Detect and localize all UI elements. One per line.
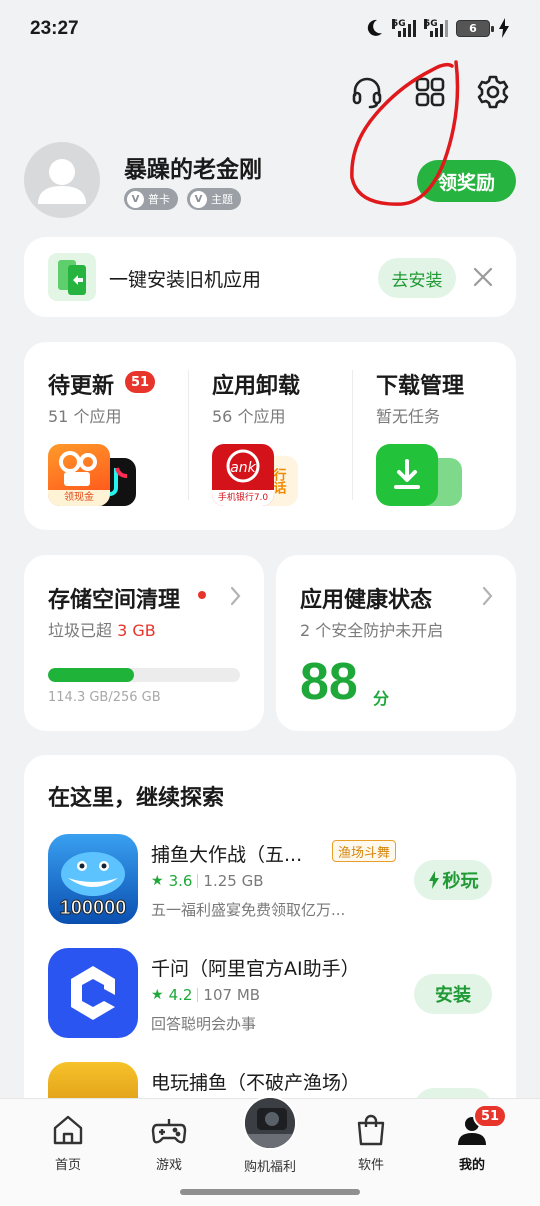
gamepad-icon bbox=[149, 1110, 189, 1150]
notification-dot bbox=[198, 591, 206, 599]
status-icons: 5G 5G 6 bbox=[364, 18, 510, 38]
network-label: 5G bbox=[392, 19, 406, 29]
gear-icon[interactable] bbox=[473, 72, 513, 112]
apps-grid-icon[interactable] bbox=[410, 72, 450, 112]
nav-label: 游戏 bbox=[155, 1158, 182, 1173]
nav-software[interactable]: 软件 bbox=[326, 1110, 416, 1173]
app-rating: 3.6 bbox=[168, 872, 193, 890]
battery-icon: 6 bbox=[456, 19, 494, 37]
app-size: 1.25 GB bbox=[203, 872, 264, 890]
downloads-title[interactable]: 下载管理 bbox=[376, 368, 464, 400]
fishing-game-icon[interactable]: 100000 bbox=[48, 834, 138, 924]
home-indicator[interactable] bbox=[180, 1189, 360, 1195]
thumb-caption: 手机银行7.0 bbox=[212, 490, 274, 506]
nav-games[interactable]: 游戏 bbox=[124, 1110, 214, 1173]
install-button[interactable]: 安装 bbox=[414, 974, 492, 1014]
kuaishou-icon: 领现金 bbox=[48, 444, 110, 506]
status-time: 23:27 bbox=[30, 18, 79, 39]
divider bbox=[352, 370, 353, 500]
app-description: 回答聪明会办事 bbox=[151, 1015, 257, 1033]
star-icon: ★ bbox=[151, 987, 164, 1003]
home-icon bbox=[48, 1110, 88, 1150]
app-meta: ★ 3.6 1.25 GB bbox=[151, 872, 264, 890]
storage-usage-label: 114.3 GB/256 GB bbox=[48, 690, 161, 705]
instant-play-label: 秒玩 bbox=[442, 871, 479, 892]
app-rating: 4.2 bbox=[168, 986, 193, 1004]
close-icon[interactable] bbox=[470, 264, 496, 290]
headset-icon[interactable] bbox=[347, 72, 387, 112]
qianwen-app-icon[interactable] bbox=[48, 948, 138, 1038]
storage-title: 存储空间清理 bbox=[48, 588, 181, 613]
go-install-button[interactable]: 去安装 bbox=[378, 258, 456, 298]
signal-icon: 5G bbox=[392, 19, 416, 37]
nav-label: 软件 bbox=[357, 1158, 384, 1173]
star-icon: ★ bbox=[151, 873, 164, 889]
chevron-right-icon bbox=[230, 586, 241, 606]
nav-label: 购机福利 bbox=[243, 1160, 296, 1175]
charging-icon bbox=[499, 18, 509, 38]
lightning-icon bbox=[428, 871, 439, 889]
explore-title: 在这里，继续探索 bbox=[48, 786, 225, 811]
network-label: 5G bbox=[424, 19, 438, 29]
updates-title[interactable]: 待更新 bbox=[48, 368, 114, 400]
chevron-right-icon bbox=[482, 586, 493, 606]
nav-home[interactable]: 首页 bbox=[23, 1110, 113, 1173]
storage-progress-bar bbox=[48, 668, 240, 682]
uninstall-subtitle: 56 个应用 bbox=[212, 407, 286, 426]
uninstall-thumbnails[interactable]: 行话 ank 手机银行7.0 bbox=[212, 444, 302, 508]
icon-number: 100000 bbox=[59, 897, 127, 920]
updates-thumbnails[interactable]: 领现金 bbox=[48, 444, 138, 508]
storage-progress-fill bbox=[48, 668, 134, 682]
avatar[interactable] bbox=[24, 142, 100, 218]
instant-play-button[interactable]: 秒玩 bbox=[414, 860, 492, 900]
nav-label: 首页 bbox=[54, 1158, 81, 1173]
claim-reward-button[interactable]: 领奖励 bbox=[417, 160, 516, 202]
app-name[interactable]: 捕鱼大作战（五... bbox=[151, 840, 302, 867]
app-name[interactable]: 电玩捕鱼（不破产渔场） bbox=[151, 1068, 360, 1095]
moon-icon bbox=[367, 19, 382, 36]
app-tag: 渔场斗舞 bbox=[332, 840, 397, 862]
svg-text:ank: ank bbox=[230, 460, 256, 476]
health-score: 88 bbox=[300, 653, 358, 711]
phone-deal-icon[interactable] bbox=[243, 1096, 297, 1150]
bag-icon bbox=[351, 1110, 391, 1150]
thumb-caption: 领现金 bbox=[48, 490, 110, 506]
app-description: 五一福利盛宴免费领取亿万... bbox=[151, 901, 346, 919]
nav-label: 我的 bbox=[458, 1158, 485, 1173]
signal-icon: 5G bbox=[424, 19, 448, 37]
updates-count-badge: 51 bbox=[125, 371, 156, 393]
download-manager-icon[interactable] bbox=[376, 444, 466, 508]
health-score-unit: 分 bbox=[373, 689, 390, 708]
divider bbox=[188, 370, 189, 500]
bank-app-icon: ank 手机银行7.0 bbox=[212, 444, 274, 506]
health-title: 应用健康状态 bbox=[300, 588, 433, 613]
install-banner-text: 一键安装旧机应用 bbox=[109, 269, 262, 291]
profile-notification-badge: 51 bbox=[473, 1104, 508, 1128]
health-subtitle: 2 个安全防护未开启 bbox=[300, 621, 444, 640]
downloads-subtitle: 暂无任务 bbox=[376, 407, 441, 426]
phone-transfer-icon bbox=[48, 253, 96, 301]
updates-subtitle: 51 个应用 bbox=[48, 407, 122, 426]
nav-phone-deals[interactable]: 购机福利 bbox=[225, 1152, 315, 1175]
battery-level: 6 bbox=[469, 21, 477, 35]
junk-size: 3 GB bbox=[117, 621, 156, 640]
theme-icon: V bbox=[190, 190, 207, 208]
theme-badge[interactable]: V 主题 bbox=[187, 188, 241, 210]
app-size: 107 MB bbox=[203, 986, 261, 1004]
membership-label: 普卡 bbox=[148, 193, 170, 206]
membership-badge[interactable]: V 普卡 bbox=[124, 188, 178, 210]
username: 暴躁的老金刚 bbox=[124, 157, 262, 183]
vip-icon: V bbox=[127, 190, 144, 208]
app-meta: ★ 4.2 107 MB bbox=[151, 986, 260, 1004]
uninstall-title[interactable]: 应用卸载 bbox=[212, 368, 300, 400]
storage-subtitle: 垃圾已超 3 GB bbox=[48, 617, 156, 641]
theme-label: 主题 bbox=[211, 193, 233, 206]
app-name[interactable]: 千问（阿里官方AI助手） bbox=[151, 954, 360, 981]
storage-subtitle-prefix: 垃圾已超 bbox=[48, 621, 118, 640]
